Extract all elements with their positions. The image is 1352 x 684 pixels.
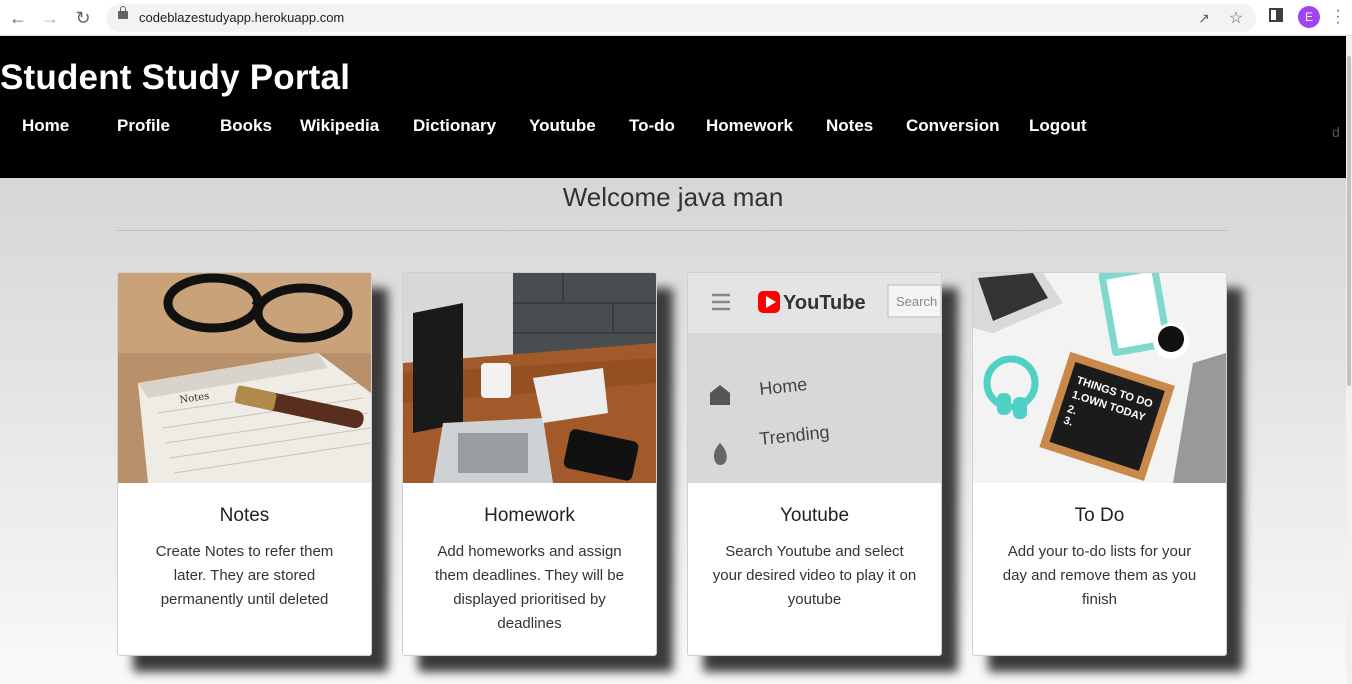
site-header: Student Study Portal Home Profile Books … (0, 36, 1346, 178)
scrollbar-thumb[interactable] (1347, 56, 1351, 386)
bookmark-star-icon[interactable]: ☆ (1227, 9, 1245, 27)
nav-youtube[interactable]: Youtube (529, 116, 596, 136)
more-menu-icon[interactable]: · · · (1334, 3, 1342, 31)
card-homework[interactable]: Homework Add homeworks and assign them d… (402, 272, 657, 656)
lock-icon (118, 6, 128, 19)
forward-arrow-icon[interactable]: → (39, 7, 61, 29)
card-description: Add homeworks and assign them deadlines.… (435, 543, 624, 632)
share-icon[interactable]: ↗ (1195, 9, 1213, 27)
clipped-text: d (1332, 124, 1340, 140)
nav-profile[interactable]: Profile (117, 116, 170, 136)
card-youtube[interactable]: YouTube Search Home Trending Youtube Sea… (687, 272, 942, 656)
nav-homework[interactable]: Homework (706, 116, 793, 136)
welcome-heading: Welcome java man (562, 182, 784, 212)
main-content: Welcome java man Notes Notes Create Note… (0, 178, 1346, 684)
card-title: Notes (219, 505, 270, 526)
reload-icon[interactable]: ↻ (72, 7, 94, 29)
nav-dictionary[interactable]: Dictionary (413, 116, 496, 136)
todo-image: THINGS TO DO 1.OWN TODAY 2. 3. (973, 273, 1226, 483)
card-title: Homework (484, 505, 575, 526)
notes-image: Notes (118, 273, 371, 483)
nav-home[interactable]: Home (22, 116, 69, 136)
nav-conversion[interactable]: Conversion (906, 116, 1000, 136)
back-arrow-icon[interactable]: ← (7, 7, 29, 29)
nav-notes[interactable]: Notes (826, 116, 873, 136)
divider (117, 230, 1227, 231)
youtube-image: YouTube Search Home Trending (688, 273, 941, 483)
profile-avatar[interactable]: E (1298, 6, 1320, 28)
url-text: codeblazestudyapp.herokuapp.com (139, 10, 345, 25)
svg-text:Search: Search (896, 294, 937, 309)
card-description: Search Youtube and select your desired v… (712, 543, 917, 608)
nav-todo[interactable]: To-do (629, 116, 675, 136)
nav-logout[interactable]: Logout (1029, 116, 1087, 136)
site-brand[interactable]: Student Study Portal (0, 58, 350, 98)
nav-wikipedia[interactable]: Wikipedia (300, 116, 379, 136)
card-title: Youtube (779, 505, 850, 526)
card-description: Create Notes to refer them later. They a… (155, 543, 334, 608)
homework-image (403, 273, 656, 483)
card-description: Add your to-do lists for your day and re… (1002, 543, 1197, 608)
card-title: To Do (1074, 505, 1125, 526)
svg-text:YouTube: YouTube (783, 292, 866, 314)
page-scrollbar[interactable] (1346, 36, 1352, 684)
nav-books[interactable]: Books (220, 116, 272, 136)
side-panel-icon[interactable] (1269, 8, 1283, 22)
card-todo[interactable]: THINGS TO DO 1.OWN TODAY 2. 3. To Do Add… (972, 272, 1227, 656)
browser-toolbar: ← → ↻ codeblazestudyapp.herokuapp.com ↗ … (0, 0, 1352, 36)
address-bar[interactable]: codeblazestudyapp.herokuapp.com ↗ ☆ (106, 4, 1256, 32)
card-notes[interactable]: Notes Notes Create Notes to refer them l… (117, 272, 372, 656)
